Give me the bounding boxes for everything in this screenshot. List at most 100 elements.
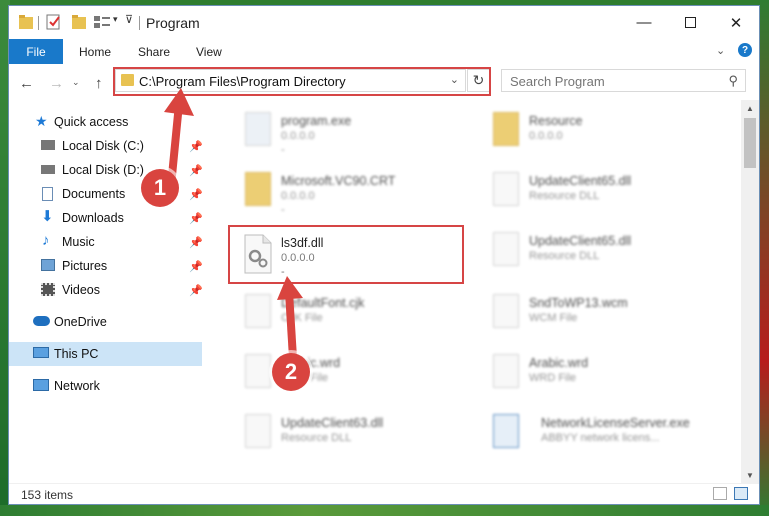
pin-icon: 📌 (189, 284, 203, 297)
minimize-button[interactable]: — (621, 6, 667, 39)
file-detail: 0.0.0.0 (281, 190, 315, 202)
tab-share[interactable]: Share (138, 45, 170, 59)
tiles-view-icon[interactable] (734, 487, 748, 500)
dll-gear-icon (489, 232, 519, 270)
sidebar-item-pictures[interactable]: Pictures 📌 (9, 254, 203, 278)
sidebar-item-label: Pictures (62, 259, 108, 273)
item-count: 153 items (21, 488, 74, 502)
pin-icon: 📌 (189, 260, 203, 273)
properties-icon[interactable] (46, 14, 62, 32)
ribbon: File Home Share View ⌄ ? (9, 39, 759, 65)
sidebar-item-label: Videos (62, 283, 100, 297)
drive-icon (41, 140, 55, 150)
pin-icon: 📌 (189, 212, 203, 225)
forward-arrow-icon[interactable]: → (49, 75, 64, 92)
search-icon[interactable]: ⚲ (728, 73, 738, 89)
tab-file[interactable]: File (9, 39, 63, 64)
folder-icon (489, 112, 519, 150)
sidebar-item-label: Quick access (54, 115, 129, 129)
search-box[interactable]: ⚲ (501, 69, 746, 93)
list-item[interactable]: UpdateClient63.dll Resource DLL (233, 408, 463, 464)
sidebar-item-label: Music (62, 235, 95, 249)
file-icon (241, 294, 271, 332)
sidebar-item-music[interactable]: ♪ Music 📌 (9, 230, 203, 254)
sidebar-item-label: OneDrive (54, 315, 107, 329)
list-item[interactable]: program.exe 0.0.0.0 - (233, 106, 463, 162)
title-bar: ▾ ⊽ Program — ✕ (9, 6, 759, 39)
file-name: Resource (529, 114, 583, 128)
expand-ribbon-icon[interactable]: ⌄ (716, 44, 725, 57)
dll-gear-icon (241, 414, 271, 452)
file-icon (489, 294, 519, 332)
list-item[interactable]: UpdateClient65.dll Resource DLL (481, 166, 711, 222)
sidebar-item-this-pc[interactable]: This PC (9, 342, 202, 366)
list-item[interactable]: Arabic.wrd WRD File (233, 348, 463, 404)
tab-home[interactable]: Home (79, 45, 111, 59)
file-detail: Resource DLL (529, 190, 600, 202)
scroll-down-arrow-icon[interactable]: ▼ (746, 471, 754, 480)
file-highlight-box (228, 225, 464, 284)
step-badge-2: 2 (272, 353, 310, 391)
toolbar-separator (38, 16, 39, 30)
back-arrow-icon[interactable]: ← (19, 75, 34, 92)
list-item[interactable]: SndToWP13.wcm WCM File (481, 288, 711, 344)
sidebar-item-label: Local Disk (D:) (62, 163, 144, 177)
dll-gear-icon (489, 172, 519, 210)
step-badge-1: 1 (141, 169, 179, 207)
folder-app-icon (19, 14, 33, 32)
cloud-icon (33, 316, 50, 326)
sidebar-item-network[interactable]: Network (9, 374, 202, 398)
sidebar-item-label: Local Disk (C:) (62, 139, 144, 153)
file-detail: WRD File (529, 372, 577, 384)
sidebar-item-label: This PC (54, 347, 99, 361)
recent-locations-icon[interactable]: ⌄ (72, 77, 80, 88)
file-name: UpdateClient63.dll (281, 416, 384, 430)
file-detail: 0.0.0.0 (281, 130, 315, 142)
sidebar-item-label: Downloads (62, 211, 124, 225)
list-item[interactable]: NetworkLicenseServer.exe ABBYY network l… (481, 408, 711, 464)
star-icon: ★ (35, 113, 48, 129)
new-folder-icon[interactable] (71, 14, 87, 32)
sidebar-item-label: Documents (62, 187, 126, 201)
close-button[interactable]: ✕ (713, 6, 759, 39)
customize-toolbar-icon[interactable]: ⊽ (125, 13, 133, 26)
sidebar-item-label: Network (54, 379, 100, 393)
search-input[interactable] (502, 70, 727, 93)
sidebar-item-videos[interactable]: Videos 📌 (9, 278, 203, 302)
file-name: program.exe (281, 114, 352, 128)
exe-icon (241, 112, 271, 150)
file-name: UpdateClient65.dll (529, 174, 632, 188)
chevron-down-icon[interactable]: ▾ (113, 14, 118, 25)
documents-icon (42, 187, 53, 201)
up-arrow-icon[interactable]: ↑ (95, 75, 103, 92)
list-item[interactable]: UpdateClient65.dll Resource DLL (481, 226, 711, 282)
scroll-up-arrow-icon[interactable]: ▲ (746, 104, 754, 113)
view-options-icon[interactable] (94, 14, 112, 32)
file-detail: Resource DLL (281, 432, 352, 444)
maximize-button[interactable] (667, 6, 713, 39)
tab-view[interactable]: View (196, 45, 222, 59)
desktop-background-bottom (0, 505, 769, 516)
folder-icon (241, 172, 271, 210)
file-name: UpdateClient65.dll (529, 234, 632, 248)
file-detail: - (281, 204, 285, 216)
file-name: SndToWP13.wcm (529, 296, 628, 310)
sidebar-item-onedrive[interactable]: OneDrive (9, 310, 202, 334)
sidebar-item-downloads[interactable]: ⬇ Downloads 📌 (9, 206, 203, 230)
videos-icon (41, 283, 55, 296)
list-item[interactable]: Microsoft.VC90.CRT 0.0.0.0 - (233, 166, 463, 222)
file-name: NetworkLicenseServer.exe (541, 416, 690, 430)
network-icon (33, 379, 49, 391)
file-name: Arabic.wrd (529, 356, 589, 370)
help-icon[interactable]: ? (738, 43, 752, 57)
exe-icon (489, 414, 519, 452)
file-detail: ABBYY network licens... (541, 432, 660, 444)
list-item[interactable]: Arabic.wrd WRD File (481, 348, 711, 404)
window-title: Program (146, 15, 200, 31)
details-view-icon[interactable] (713, 487, 727, 500)
vertical-scrollbar[interactable]: ▲ ▼ (741, 100, 759, 483)
list-item[interactable]: Resource 0.0.0.0 (481, 106, 711, 162)
list-item[interactable]: DefaultFont.cjk CJK File (233, 288, 463, 344)
scrollbar-thumb[interactable] (744, 118, 756, 168)
download-icon: ⬇ (41, 208, 54, 225)
